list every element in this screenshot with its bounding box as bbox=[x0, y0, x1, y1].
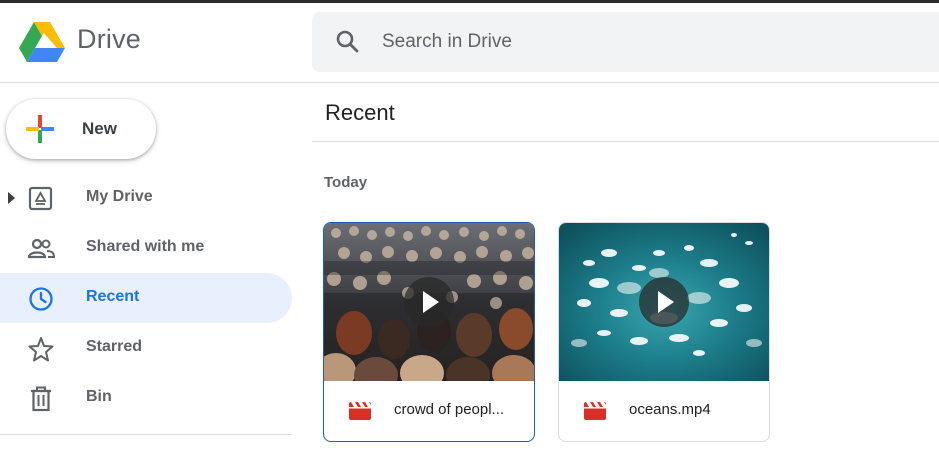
file-name: crowd of peopl... bbox=[394, 401, 505, 418]
drive-logo[interactable] bbox=[18, 20, 66, 64]
video-thumbnail[interactable] bbox=[559, 223, 769, 381]
search-bar[interactable] bbox=[312, 12, 939, 72]
sidebar-item-shared[interactable]: Shared with me bbox=[0, 223, 292, 273]
file-card[interactable]: crowd of peopl... bbox=[323, 222, 535, 442]
file-card-footer[interactable]: crowd of peopl... bbox=[324, 381, 534, 441]
search-icon[interactable] bbox=[334, 28, 362, 56]
sidebar-item-label: Starred bbox=[86, 338, 143, 355]
window-top-border bbox=[0, 0, 939, 3]
section-label: Today bbox=[324, 174, 368, 191]
page-title: Recent bbox=[325, 100, 395, 125]
new-button-label: New bbox=[82, 119, 117, 138]
app-brand[interactable]: Drive bbox=[77, 24, 141, 55]
trash-icon bbox=[27, 385, 55, 413]
sidebar-item-label: My Drive bbox=[86, 188, 153, 205]
people-icon bbox=[27, 235, 56, 263]
sidebar-divider bbox=[0, 434, 292, 435]
video-thumbnail[interactable] bbox=[324, 223, 534, 381]
sidebar-item-label: Shared with me bbox=[86, 238, 205, 255]
title-divider bbox=[312, 141, 939, 142]
video-file-icon bbox=[584, 402, 606, 420]
play-icon[interactable] bbox=[404, 277, 454, 327]
header-divider bbox=[0, 82, 939, 83]
file-card-footer[interactable]: oceans.mp4 bbox=[559, 381, 769, 441]
sidebar-item-starred[interactable]: Starred bbox=[0, 323, 292, 373]
play-icon[interactable] bbox=[639, 277, 689, 327]
sidebar-item-label: Recent bbox=[86, 288, 140, 305]
file-name: oceans.mp4 bbox=[629, 401, 711, 418]
sidebar-item-recent[interactable]: Recent bbox=[0, 273, 292, 323]
clock-icon bbox=[27, 285, 55, 313]
sidebar-item-label: Bin bbox=[86, 388, 112, 405]
sidebar-item-my-drive[interactable]: My Drive bbox=[0, 173, 292, 223]
file-card[interactable]: oceans.mp4 bbox=[558, 222, 770, 442]
star-icon bbox=[27, 335, 55, 363]
plus-icon bbox=[24, 113, 56, 145]
video-file-icon bbox=[349, 402, 371, 420]
search-input[interactable] bbox=[382, 27, 902, 57]
sidebar-item-bin[interactable]: Bin bbox=[0, 373, 292, 423]
expand-arrow-icon[interactable] bbox=[8, 192, 15, 204]
drive-icon bbox=[27, 185, 55, 213]
new-button[interactable]: New bbox=[6, 99, 156, 159]
